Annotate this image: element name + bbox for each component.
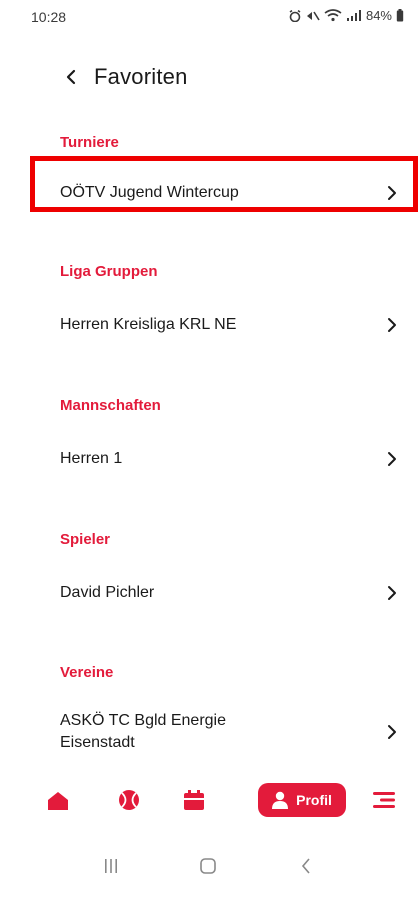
wifi-icon	[324, 9, 342, 22]
bottom-nav: Profil	[0, 770, 418, 830]
section-title-mannschaften: Mannschaften	[60, 397, 161, 414]
profil-label: Profil	[296, 792, 332, 808]
calendar-icon	[184, 790, 204, 810]
section-title-turniere: Turniere	[60, 134, 119, 151]
list-item-liga-gruppe[interactable]: Herren Kreisliga KRL NE	[60, 316, 400, 334]
home-icon	[48, 792, 68, 810]
tennis-ball-icon	[119, 790, 139, 810]
chevron-right-icon	[388, 452, 396, 466]
section-title-spieler: Spieler	[60, 531, 111, 548]
list-item-mannschaft[interactable]: Herren 1	[60, 450, 400, 468]
recent-apps-icon[interactable]	[103, 856, 119, 876]
signal-icon	[346, 10, 361, 21]
list-item-verein[interactable]: ASKÖ TC Bgld Energie Eisenstadt	[60, 710, 400, 754]
chevron-right-icon	[388, 318, 396, 332]
nav-matches[interactable]	[109, 770, 149, 830]
chevron-right-icon	[388, 725, 396, 739]
list-item-spieler[interactable]: David Pichler	[60, 584, 400, 602]
nav-menu[interactable]	[364, 770, 404, 830]
back-icon[interactable]	[60, 66, 82, 88]
system-nav	[0, 842, 418, 901]
home-button-icon[interactable]	[198, 856, 218, 876]
battery-icon	[396, 9, 404, 22]
section-title-liga-gruppen: Liga Gruppen	[60, 263, 158, 280]
alarm-icon	[289, 9, 301, 22]
list-item-label: ASKÖ TC Bgld Energie Eisenstadt	[60, 712, 227, 751]
nav-profil[interactable]: Profil	[252, 770, 352, 830]
list-item-label: David Pichler	[60, 584, 155, 601]
page-header: Favoriten	[60, 60, 188, 94]
status-bar: 10:28 84%	[0, 0, 418, 34]
battery-text: 84%	[365, 8, 392, 23]
user-icon	[272, 791, 289, 809]
chevron-right-icon	[388, 586, 396, 600]
list-item-label: Herren Kreisliga KRL NE	[60, 316, 237, 333]
nav-calendar[interactable]	[174, 770, 214, 830]
page-title: Favoriten	[94, 64, 188, 89]
section-title-vereine: Vereine	[60, 664, 114, 681]
status-time: 10:28	[31, 9, 67, 25]
back-button-icon[interactable]	[298, 856, 314, 876]
nav-home[interactable]	[38, 770, 78, 830]
selection-highlight	[30, 156, 418, 212]
mute-icon	[306, 11, 320, 20]
list-item-label: Herren 1	[60, 450, 123, 467]
menu-icon	[373, 792, 395, 808]
profil-button[interactable]: Profil	[258, 783, 346, 817]
status-icons: 84%	[288, 8, 404, 23]
